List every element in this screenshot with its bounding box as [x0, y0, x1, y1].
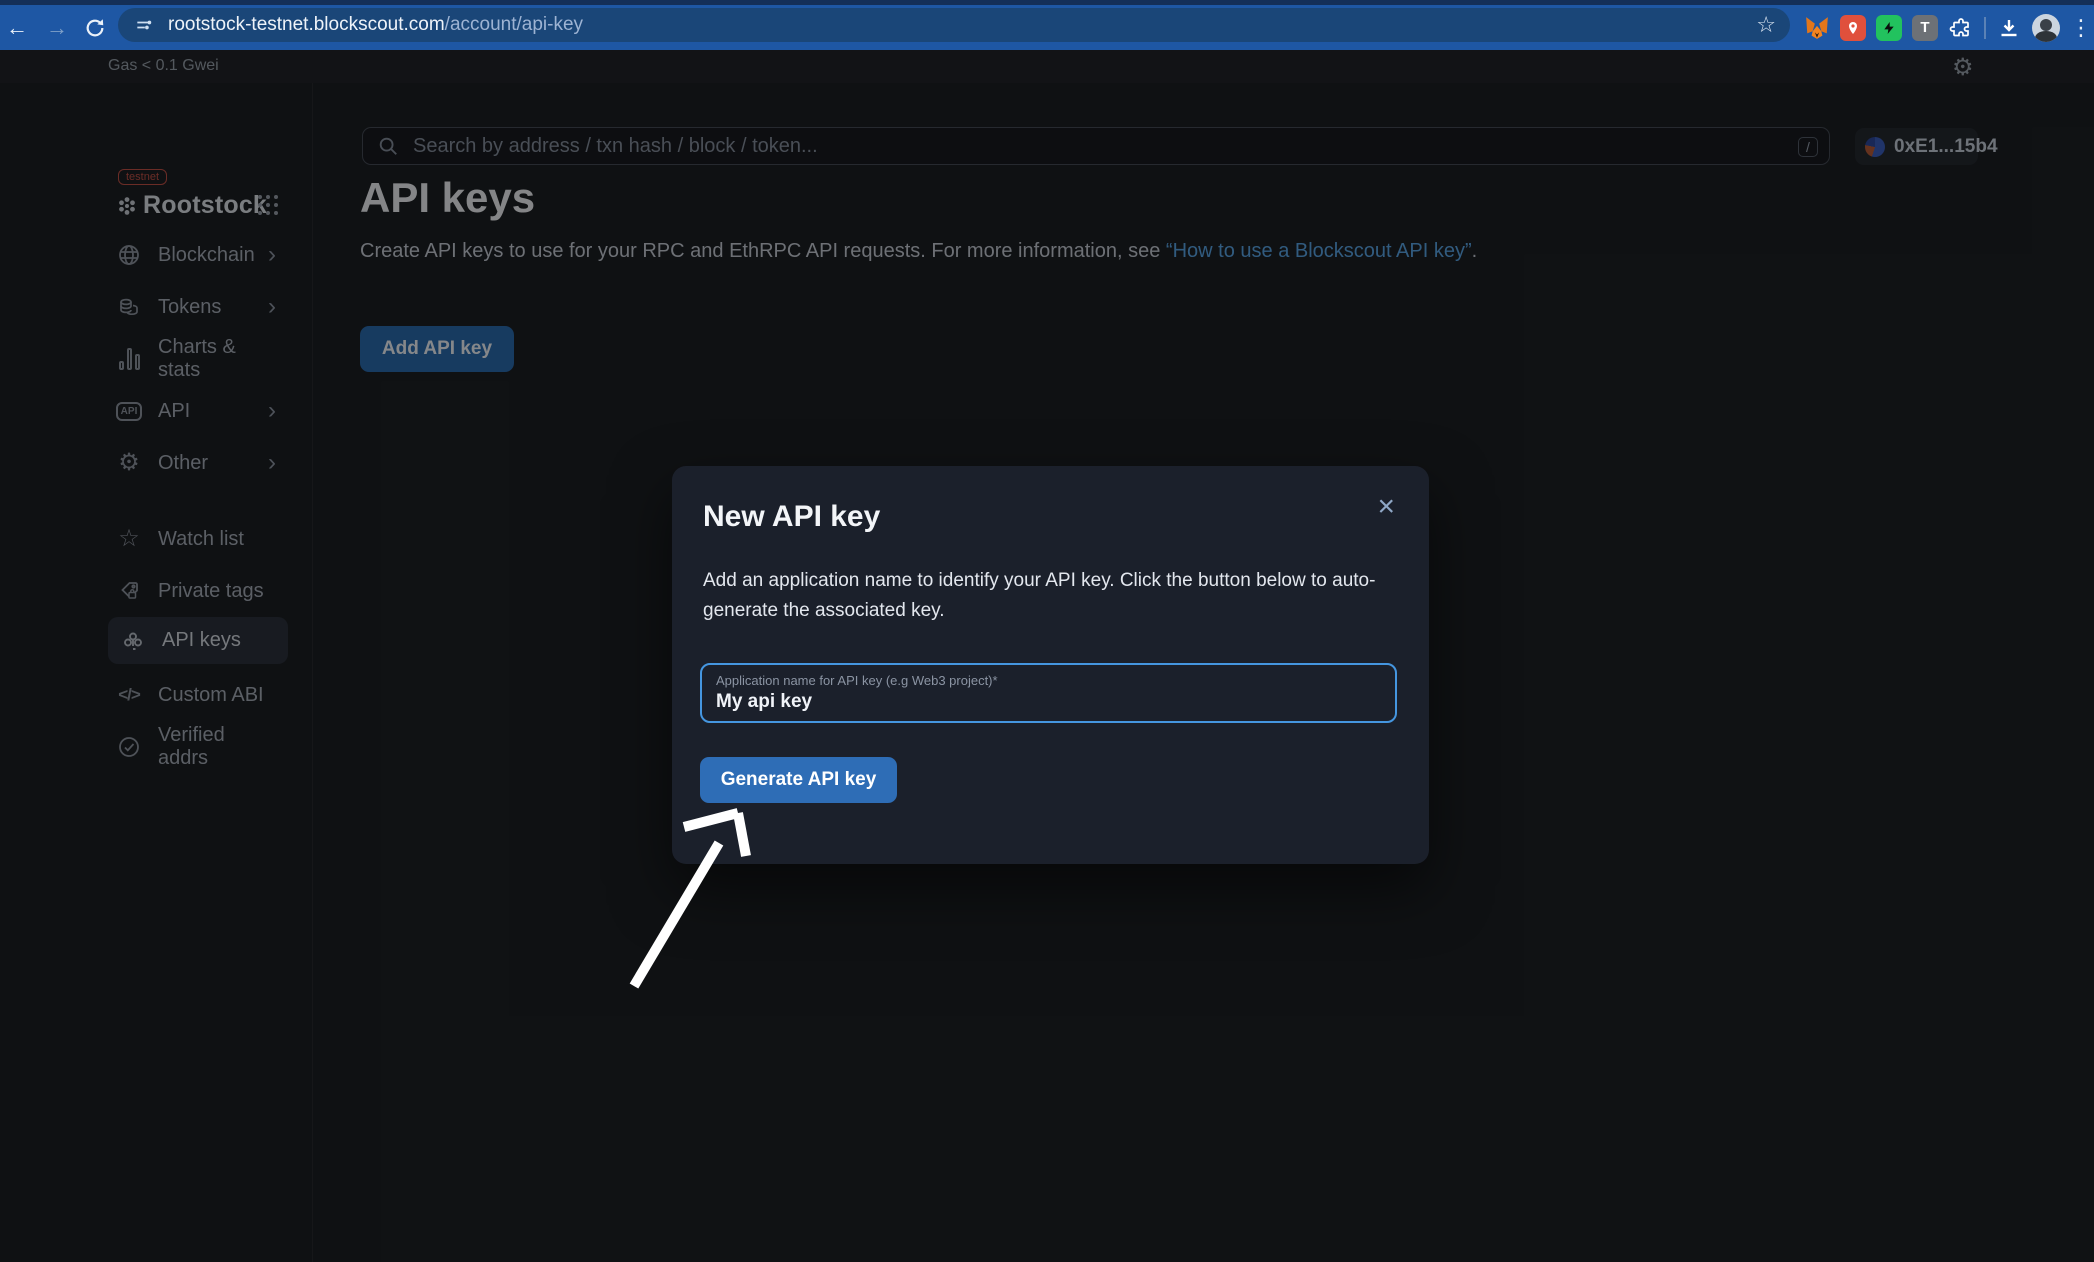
application-name-label: Application name for API key (e.g Web3 p…: [716, 673, 998, 688]
green-extension-icon[interactable]: [1876, 15, 1902, 41]
modal-title: New API key: [703, 500, 880, 534]
browser-reload-icon[interactable]: [84, 17, 110, 39]
screen: ← → rootstock-testnet.blockscout.com/acc…: [0, 0, 2094, 1262]
site-info-icon[interactable]: [134, 15, 154, 35]
url-text: rootstock-testnet.blockscout.com/account…: [168, 14, 583, 36]
bookmark-star-icon[interactable]: ☆: [1756, 12, 1776, 38]
tab-strip: [0, 0, 2094, 5]
url-domain: rootstock-testnet.blockscout.com: [168, 14, 445, 35]
blockscout-page: Gas < 0.1 Gwei ⚙ testnet Rootstock Block…: [0, 50, 2094, 1262]
pin-extension-icon[interactable]: [1840, 15, 1866, 41]
t-extension-icon[interactable]: T: [1912, 15, 1938, 41]
new-api-key-modal: New API key × Add an application name to…: [672, 466, 1429, 864]
browser-profile-avatar[interactable]: [2032, 14, 2060, 42]
modal-description: Add an application name to identify your…: [703, 566, 1383, 626]
downloads-icon[interactable]: [1996, 15, 2022, 41]
address-bar[interactable]: rootstock-testnet.blockscout.com/account…: [118, 8, 1790, 42]
browser-chrome: ← → rootstock-testnet.blockscout.com/acc…: [0, 0, 2094, 50]
url-path: /account/api-key: [445, 14, 583, 35]
application-name-field[interactable]: Application name for API key (e.g Web3 p…: [700, 663, 1397, 723]
browser-forward-icon[interactable]: →: [44, 15, 70, 41]
close-icon[interactable]: ×: [1377, 492, 1395, 522]
application-name-input[interactable]: [716, 691, 1376, 713]
toolbar-separator: [1984, 17, 1986, 39]
browser-menu-icon[interactable]: ⋮: [2070, 15, 2088, 41]
browser-back-icon[interactable]: ←: [4, 15, 30, 41]
generate-api-key-button[interactable]: Generate API key: [700, 757, 897, 803]
metamask-extension-icon[interactable]: [1804, 15, 1830, 41]
extensions-puzzle-icon[interactable]: [1948, 15, 1974, 41]
